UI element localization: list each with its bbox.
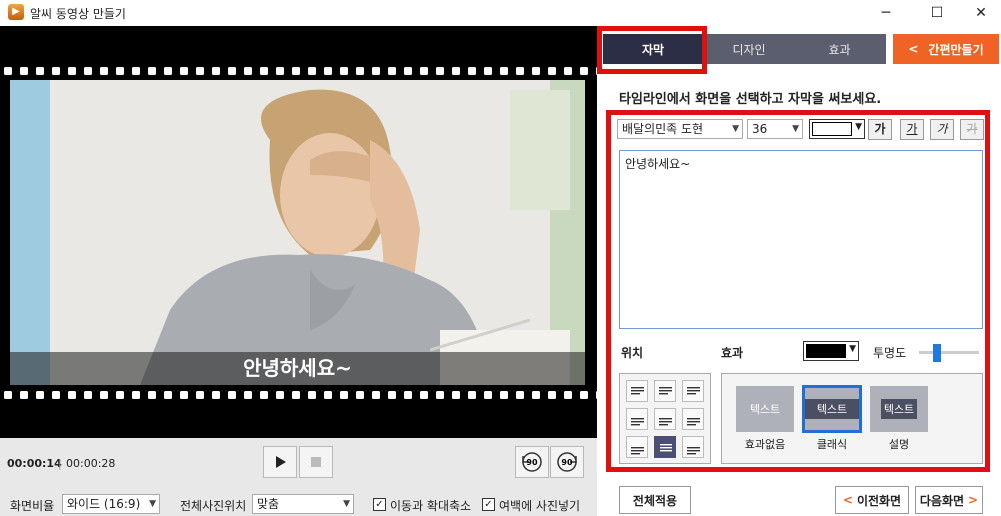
current-time: 00:00:14 (7, 457, 62, 470)
font-size-value: 36 (752, 122, 768, 136)
effect-color-swatch (806, 344, 846, 358)
maximize-button[interactable]: ☐ (914, 0, 960, 26)
film-icon: ▶ (8, 4, 24, 20)
editor-panel: 자막 디자인 효과 < 간편만들기 타임라인에서 화면을 선택하고 자막을 써보… (597, 26, 1001, 516)
ratio-label: 화면비율 (10, 499, 55, 513)
chevron-down-icon: ▼ (149, 499, 156, 509)
margin-photo-label: 여백에 사진넣기 (499, 499, 581, 513)
chevron-left-icon: < (842, 493, 853, 507)
playback-controls: 00:00:14 | 00:00:28 90 90 (0, 438, 597, 490)
font-select[interactable]: 배달의민족 도현 ▼ (617, 119, 743, 139)
align-top-right-icon[interactable] (682, 380, 704, 402)
effect-none-label: 효과없음 (744, 438, 786, 451)
chevron-right-icon: > (968, 493, 979, 507)
tab-effects[interactable]: 효과 (793, 34, 886, 64)
chevron-down-icon: ▼ (792, 124, 799, 134)
apply-all-button[interactable]: 전체적용 (619, 486, 691, 514)
woman-photo-image (10, 80, 585, 385)
ratio-select[interactable]: 와이드 (16:9) ▼ (62, 494, 160, 514)
chevron-down-icon: ▼ (732, 124, 739, 134)
font-value: 배달의민족 도현 (622, 122, 704, 136)
chevron-down-icon: ▼ (855, 122, 862, 132)
subtitle-text-input[interactable]: 안녕하세요~ (619, 150, 983, 329)
play-button[interactable] (263, 446, 297, 478)
next-screen-label: 다음화면 (919, 493, 965, 508)
ratio-value: 와이드 (16:9) (67, 497, 141, 511)
opacity-label: 투명도 (873, 346, 907, 360)
align-bottom-center-icon[interactable] (654, 436, 676, 458)
align-bottom-right-icon[interactable] (682, 436, 704, 458)
preview-photo (10, 80, 585, 385)
align-bottom-left-icon[interactable] (626, 436, 648, 458)
svg-text:90: 90 (561, 458, 573, 467)
effect-classic-option[interactable]: 텍스트 (802, 385, 862, 433)
stop-icon (311, 457, 321, 467)
align-top-left-icon[interactable] (626, 380, 648, 402)
effect-label: 효과 (721, 346, 744, 360)
rotate-left-icon: 90 (522, 452, 542, 472)
film-strip-bottom (0, 388, 597, 402)
align-middle-left-icon[interactable] (626, 408, 648, 430)
photo-position-select[interactable]: 맞춤 ▼ (252, 494, 354, 514)
strikethrough-button[interactable]: 가 (960, 119, 984, 140)
effect-classic-label: 클래식 (816, 438, 848, 451)
window-title: 알씨 동영상 만들기 (30, 7, 126, 21)
opacity-slider-track[interactable] (919, 344, 979, 362)
position-grid (619, 373, 711, 464)
chevron-left-icon: < (908, 42, 919, 56)
video-preview: 안녕하세요~ (0, 26, 597, 438)
svg-text:90: 90 (526, 458, 538, 467)
effect-classic-sample: 텍스트 (805, 399, 859, 419)
tab-design[interactable]: 디자인 (705, 34, 793, 64)
prev-screen-button[interactable]: < 이전화면 (835, 486, 909, 514)
quick-make-button[interactable]: < 간편만들기 (893, 34, 999, 64)
opacity-slider-handle[interactable] (933, 344, 941, 362)
prev-screen-label: 이전화면 (856, 493, 902, 508)
align-top-center-icon[interactable] (654, 380, 676, 402)
time-separator: | (58, 457, 62, 470)
effect-caption-sample: 텍스트 (880, 399, 918, 419)
underline-button[interactable]: 가 (900, 119, 924, 140)
rotate-left-button[interactable]: 90 (515, 446, 549, 478)
preview-subtitle: 안녕하세요~ (10, 352, 585, 385)
effect-caption-option[interactable]: 텍스트 (870, 386, 928, 432)
tab-highlight (597, 26, 707, 74)
photo-position-label: 전체사진위치 (180, 499, 247, 513)
effect-color-picker[interactable]: ▼ (803, 341, 859, 361)
photo-settings-bar: 화면비율 와이드 (16:9) ▼ 전체사진위치 맞춤 ▼ ✓ 이동과 확대축소… (0, 490, 597, 516)
title-bar: ▶ 알씨 동영상 만들기 ─ ☐ ✕ (0, 0, 1001, 26)
bold-button[interactable]: 가 (868, 119, 892, 140)
effect-none-sample: 텍스트 (749, 403, 781, 416)
play-icon (276, 456, 286, 468)
close-button[interactable]: ✕ (958, 0, 1001, 26)
italic-button[interactable]: 가 (930, 119, 954, 140)
total-time: 00:00:28 (66, 457, 116, 470)
stop-button[interactable] (299, 446, 333, 478)
film-strip-top (0, 64, 597, 78)
preview-pane: 안녕하세요~ 00:00:14 | 00:00:28 90 90 화면비율 와이… (0, 26, 597, 516)
text-color-picker[interactable]: ▼ (809, 119, 865, 139)
move-zoom-checkbox[interactable]: ✓ (373, 498, 386, 511)
align-middle-right-icon[interactable] (682, 408, 704, 430)
move-zoom-label: 이동과 확대축소 (390, 499, 472, 513)
effect-caption-label: 설명 (888, 438, 910, 451)
next-screen-button[interactable]: 다음화면 > (915, 486, 983, 514)
effect-options: 텍스트 효과없음 텍스트 클래식 텍스트 설명 (721, 373, 983, 464)
chevron-down-icon: ▼ (343, 499, 350, 509)
margin-photo-checkbox[interactable]: ✓ (482, 498, 495, 511)
chevron-down-icon: ▼ (849, 344, 856, 354)
font-size-select[interactable]: 36 ▼ (747, 119, 803, 139)
effect-none-option[interactable]: 텍스트 (736, 386, 794, 432)
quick-make-label: 간편만들기 (928, 42, 984, 57)
text-color-swatch (812, 122, 852, 136)
rotate-right-button[interactable]: 90 (550, 446, 584, 478)
align-middle-center-icon[interactable] (654, 408, 676, 430)
minimize-button[interactable]: ─ (863, 0, 909, 26)
instruction-text: 타임라인에서 화면을 선택하고 자막을 써보세요. (619, 92, 882, 107)
photo-position-value: 맞춤 (257, 497, 280, 511)
position-label: 위치 (621, 346, 644, 360)
rotate-right-icon: 90 (557, 452, 577, 472)
